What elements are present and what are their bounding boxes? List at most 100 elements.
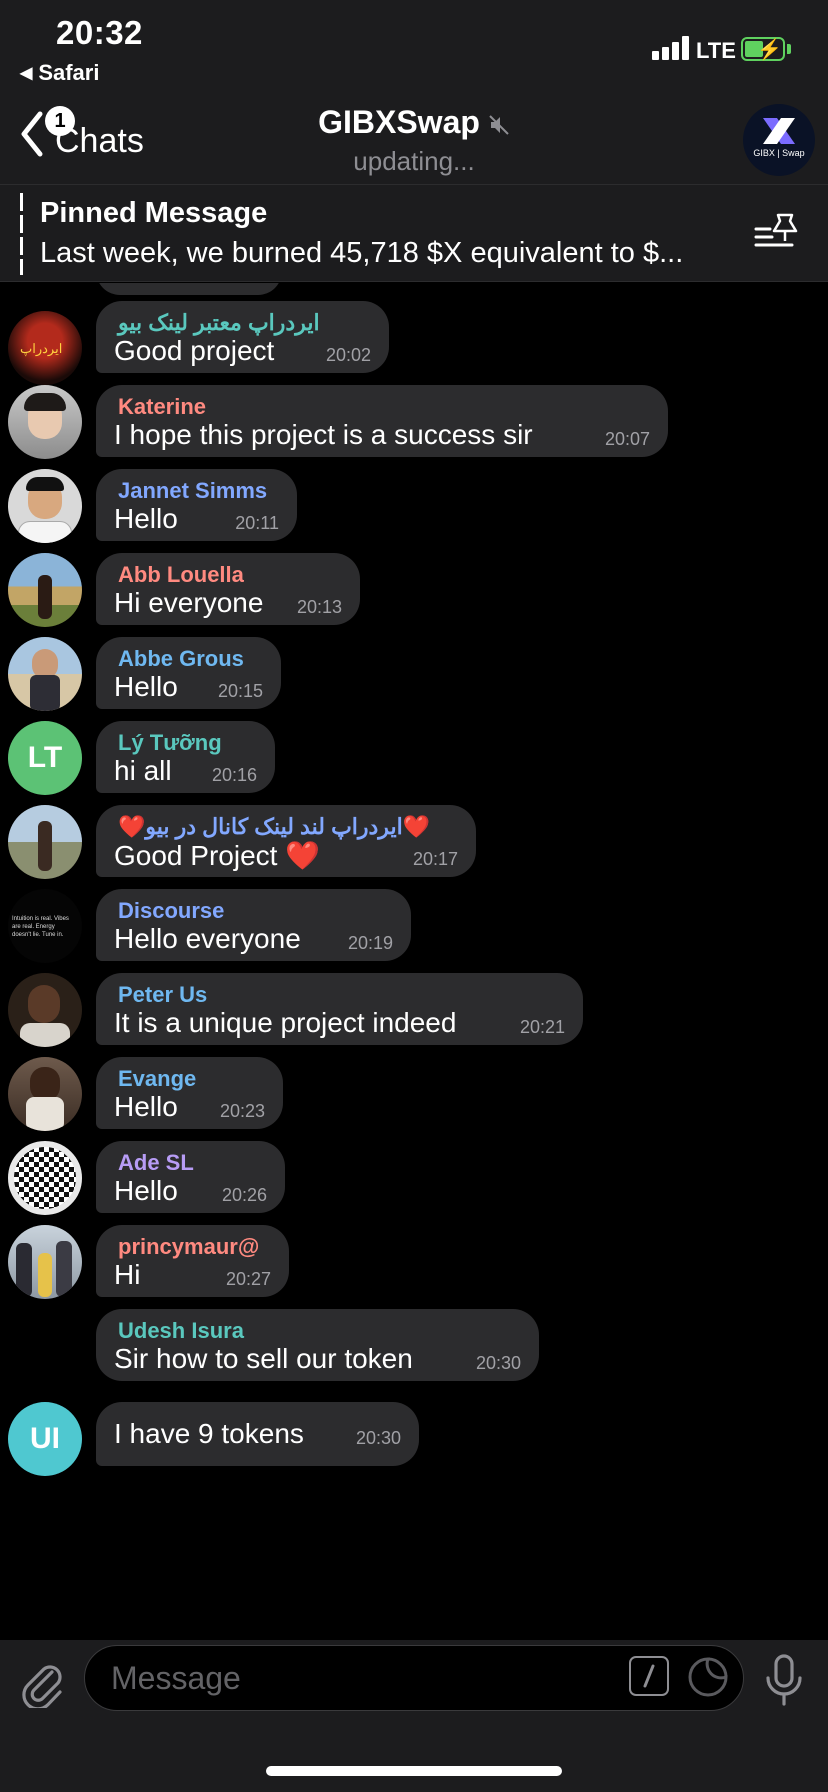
message-bubble[interactable]: ایردراپ معتبر لینک بیو Good project 20:0… [96,301,389,373]
message-bubble[interactable]: Katerine I hope this project is a succes… [96,385,668,457]
message-text: Hi everyone [114,587,264,618]
sender-name[interactable]: Ade SL [118,1150,194,1176]
message-bubble[interactable]: Ade SL Hello 20:26 [96,1141,285,1213]
sender-name[interactable]: Abbe Grous [118,646,244,672]
status-bar: 20:32 ◀ Safari LTE ⚡ [0,0,828,90]
avatar[interactable] [8,637,82,711]
message-bubble[interactable]: Abb Louella Hi everyone 20:13 [96,553,360,625]
avatar[interactable] [8,805,82,879]
message-text: I hope this project is a success sir [114,419,533,450]
message-bubble[interactable]: Discourse Hello everyone 20:19 [96,889,411,961]
pinned-message-bar[interactable]: Pinned Message Last week, we burned 45,7… [0,184,828,282]
avatar[interactable] [8,553,82,627]
message-text: Sir how to sell our token [114,1343,413,1374]
message-list[interactable]: ایردراپ ایردراپ معتبر لینک بیو Good proj… [0,283,828,1640]
message-input-bar: Message [0,1640,828,1792]
muted-speaker-icon [489,114,509,135]
message-text: hi all [114,755,172,786]
paperclip-icon[interactable] [20,1660,66,1708]
sender-name[interactable]: Discourse [118,898,224,924]
status-time: 20:32 [56,14,143,51]
chat-title-text: GIBXSwap [318,104,480,140]
message-time: 20:23 [219,1101,265,1121]
message-text: Good Project ❤️ [114,840,321,871]
message-bubble[interactable]: I have 9 tokens 20:30 [96,1402,419,1466]
sender-name[interactable]: Katerine [118,394,206,420]
message-bubble[interactable]: Peter Us It is a unique project indeed 2… [96,973,583,1045]
avatar[interactable]: Intuition is real. Vibes are real. Energ… [8,889,82,963]
message-text: It is a unique project indeed [114,1007,457,1038]
pinned-title: Pinned Message [40,197,268,229]
message-time: 20:17 [412,849,458,869]
gibx-logo-icon [763,118,795,144]
message-text: I have 9 tokens [114,1418,304,1449]
sender-name[interactable]: Abb Louella [118,562,244,588]
avatar[interactable] [8,1057,82,1131]
message-time: 20:30 [355,1428,401,1448]
pinned-indicator [20,193,23,275]
avatar[interactable] [8,1225,82,1299]
sender-name[interactable]: Udesh Isura [118,1318,244,1344]
message-bubble[interactable]: princymaur@ Hi 20:27 [96,1225,289,1297]
sender-name[interactable]: ایردراپ معتبر لینک بیو [118,310,320,336]
network-type: LTE [696,38,736,63]
avatar[interactable]: ایردراپ [8,311,82,385]
message-text: Good project [114,335,275,366]
avatar[interactable] [8,385,82,459]
message-text: Hello [114,671,178,702]
message-time: 20:21 [519,1017,565,1037]
sender-name[interactable]: Evange [118,1066,196,1092]
message-bubble[interactable]: Abbe Grous Hello 20:15 [96,637,281,709]
chat-status: updating... [353,146,475,176]
back-triangle-icon: ◀ [20,65,33,82]
avatar[interactable]: LT [8,721,82,795]
home-indicator[interactable] [266,1766,562,1776]
message-bubble[interactable]: Lý Tưỡng hi all 20:16 [96,721,275,793]
battery-icon: ⚡ [741,37,785,61]
message-text: Hello [114,1091,178,1122]
back-app-label: Safari [38,60,100,85]
avatar[interactable]: UI [8,1402,82,1476]
avatar[interactable] [8,973,82,1047]
signal-icon [652,36,690,60]
chat-title[interactable]: GIBXSwap [0,104,828,141]
sticker-icon[interactable] [687,1656,729,1698]
message-text: Hello [114,1175,178,1206]
sender-name[interactable]: ❤️ایردراپ لند لینک کانال در بیو❤️ [118,814,430,840]
message-time: 20:19 [347,933,393,953]
message-placeholder: Message [111,1660,241,1696]
message-time: 20:26 [221,1185,267,1205]
message-text: Hello everyone [114,923,301,954]
channel-avatar[interactable]: GIBX | Swap [743,104,815,176]
avatar[interactable] [8,469,82,543]
sender-name[interactable]: Jannet Simms [118,478,267,504]
message-time: 20:30 [475,1353,521,1373]
message-bubble[interactable]: Evange Hello 20:23 [96,1057,283,1129]
message-time: 20:16 [211,765,257,785]
message-input[interactable]: Message [84,1645,744,1711]
microphone-icon[interactable] [760,1652,808,1708]
chat-header: 1 Chats GIBXSwap updating... GIBX | Swap [0,90,828,184]
bot-commands-icon[interactable] [629,1656,669,1696]
sender-name[interactable]: princymaur@ [118,1234,259,1260]
message-time: 20:11 [235,513,279,533]
sender-name[interactable]: Peter Us [118,982,207,1008]
message-bubble[interactable]: Udesh Isura Sir how to sell our token 20… [96,1309,539,1381]
sender-name[interactable]: Lý Tưỡng [118,730,222,756]
message-bubble[interactable]: Jannet Simms Hello 20:11 [96,469,297,541]
message-time: 20:15 [217,681,263,701]
message-bubble[interactable] [96,283,282,295]
avatar[interactable] [8,1141,82,1215]
pinned-text: Last week, we burned 45,718 $X equivalen… [40,237,684,269]
message-time: 20:07 [604,429,650,449]
message-time: 20:13 [296,597,342,617]
message-time: 20:02 [325,345,371,365]
avatar-caption: Intuition is real. Vibes are real. Energ… [12,916,69,938]
back-to-app-link[interactable]: ◀ Safari [20,60,99,86]
channel-avatar-text: GIBX | Swap [753,148,805,158]
message-text: Hello [114,503,178,534]
message-text: Hi [114,1259,141,1290]
message-bubble[interactable]: ❤️ایردراپ لند لینک کانال در بیو❤️ Good P… [96,805,476,877]
pinned-list-icon[interactable] [752,211,800,255]
message-time: 20:27 [225,1269,271,1289]
